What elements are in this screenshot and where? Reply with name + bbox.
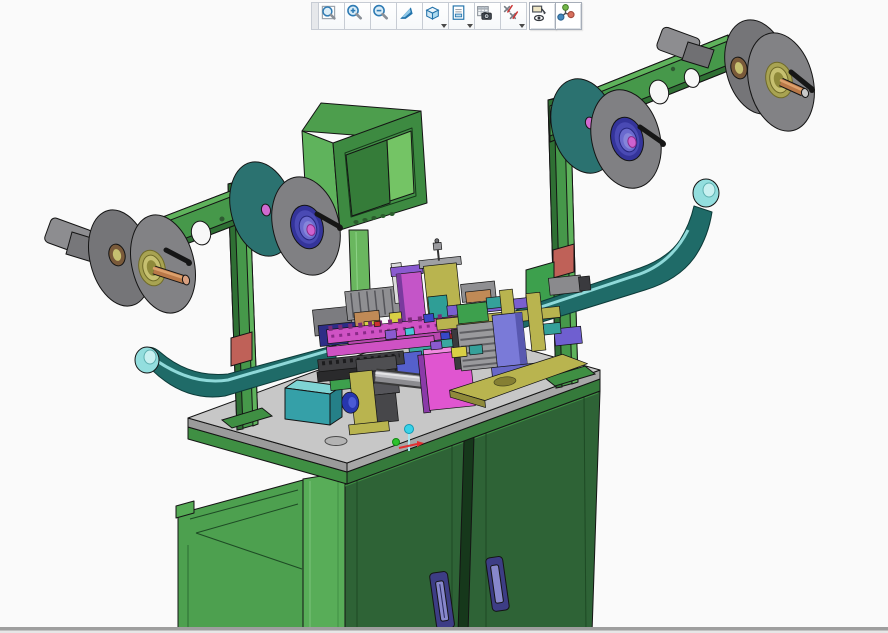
cad-viewport[interactable] <box>0 0 888 633</box>
spin-center-button[interactable] <box>555 2 582 30</box>
right-post-bracket <box>553 244 574 278</box>
magnifier-box-icon <box>319 3 338 22</box>
annotation-display-button[interactable] <box>529 2 556 30</box>
model-canvas[interactable] <box>0 0 888 633</box>
cube-icon <box>423 3 442 22</box>
annotation-eye-icon <box>530 3 549 22</box>
bottom-border <box>0 627 888 631</box>
repaint-button[interactable] <box>396 2 423 30</box>
left-post-bracket <box>231 332 252 366</box>
datum-axes-icon <box>501 3 520 22</box>
display-style-button[interactable] <box>448 2 475 30</box>
cabinet-corner-post <box>303 472 345 633</box>
magnifier-minus-icon <box>371 3 390 22</box>
document-icon <box>449 3 468 22</box>
graphics-toolbar <box>311 2 582 30</box>
spin-center-nodes-icon <box>556 3 575 22</box>
refit-button[interactable] <box>318 2 345 30</box>
table-camera-icon <box>475 3 494 22</box>
dropdown-caret-icon[interactable] <box>467 24 473 28</box>
dropdown-caret-icon[interactable] <box>519 24 525 28</box>
zoom-in-button[interactable] <box>344 2 371 30</box>
z-axis-node <box>405 425 414 434</box>
image-capture-button[interactable] <box>474 2 501 30</box>
dropdown-caret-icon[interactable] <box>441 24 447 28</box>
repaint-wedge-icon <box>397 3 416 22</box>
y-axis-node <box>393 439 400 446</box>
magnifier-plus-icon <box>345 3 364 22</box>
datum-display-button[interactable] <box>500 2 527 30</box>
saved-orientations-button[interactable] <box>422 2 449 30</box>
zoom-out-button[interactable] <box>370 2 397 30</box>
